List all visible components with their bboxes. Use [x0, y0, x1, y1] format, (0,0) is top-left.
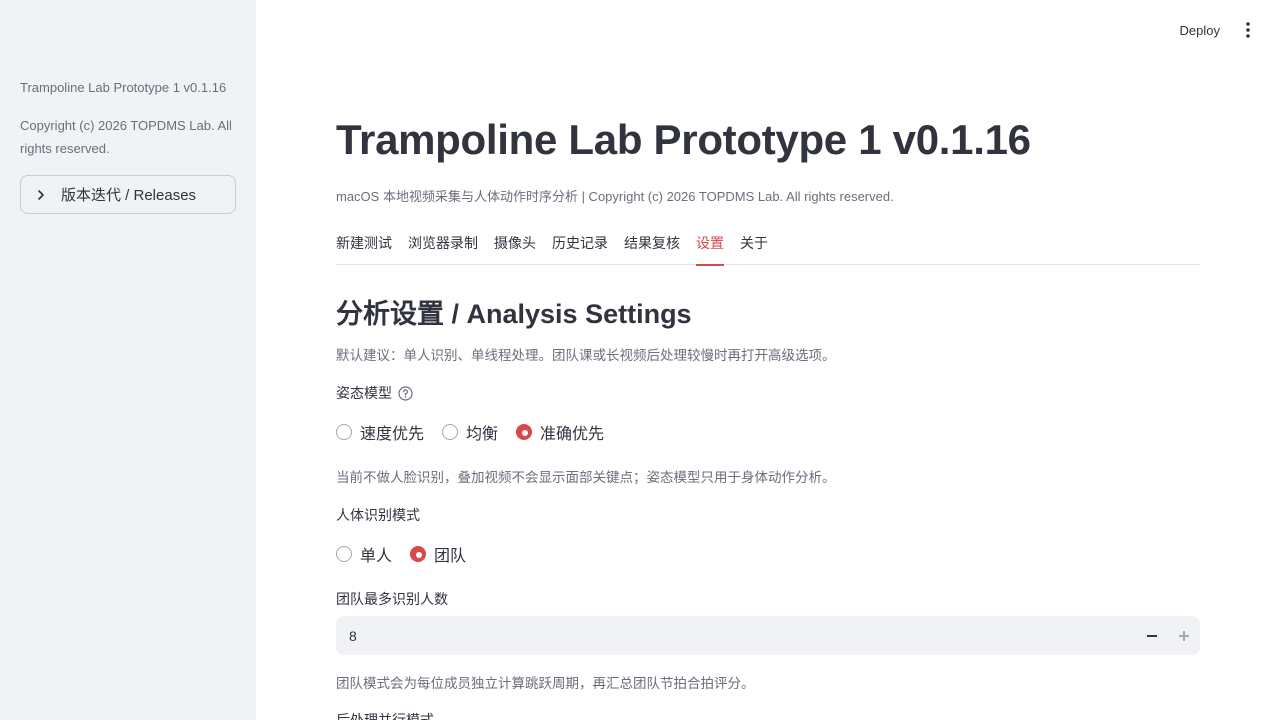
sidebar-copyright: Copyright (c) 2026 TOPDMS Lab. All right…	[20, 118, 232, 156]
radio-circle	[410, 546, 427, 562]
pose-model-label-text: 姿态模型	[336, 385, 392, 401]
tab-browser-recording[interactable]: 浏览器录制	[408, 232, 478, 265]
pose-model-caption: 当前不做人脸识别，叠加视频不会显示面部关键点；姿态模型只用于身体动作分析。	[336, 470, 836, 485]
radio-label: 团队	[434, 548, 467, 565]
app-header: Deploy	[1180, 18, 1260, 42]
max-people-value[interactable]: 8	[336, 628, 1136, 644]
decrement-button[interactable]	[1136, 616, 1168, 655]
tab-camera[interactable]: 摄像头	[494, 232, 536, 265]
max-people-input[interactable]: 8	[336, 616, 1200, 655]
tab-new-test[interactable]: 新建测试	[336, 232, 392, 265]
more-menu-icon[interactable]	[1236, 18, 1260, 42]
page-subtitle: macOS 本地视频采集与人体动作时序分析 | Copyright (c) 20…	[336, 189, 894, 204]
radio-label: 单人	[360, 548, 393, 565]
tab-bar: 新建测试 浏览器录制 摄像头 历史记录 结果复核 设置 关于	[336, 232, 1200, 266]
increment-button[interactable]	[1168, 616, 1200, 655]
radio-single[interactable]: 单人	[336, 542, 392, 566]
radio-accuracy[interactable]: 准确优先	[516, 420, 604, 444]
chevron-right-icon	[21, 189, 61, 201]
help-icon[interactable]	[398, 385, 413, 401]
tab-history[interactable]: 历史记录	[552, 232, 608, 265]
detection-mode-radio-group: 单人 团队	[336, 542, 484, 566]
section-title: 分析设置 / Analysis Settings	[336, 299, 692, 329]
radio-balanced[interactable]: 均衡	[442, 420, 498, 444]
parallel-mode-label: 后处理并行模式	[336, 712, 434, 720]
default-caption: 默认建议：单人识别、单线程处理。团队课或长视频后处理较慢时再打开高级选项。	[336, 348, 836, 363]
radio-circle	[442, 424, 459, 440]
radio-team[interactable]: 团队	[410, 542, 466, 566]
radio-circle	[336, 424, 352, 440]
detection-mode-label: 人体识别模式	[336, 507, 420, 523]
releases-expander-label: 版本迭代 / Releases	[61, 187, 197, 204]
tab-settings[interactable]: 设置	[696, 232, 724, 266]
tab-review[interactable]: 结果复核	[624, 232, 680, 265]
radio-circle	[336, 546, 352, 562]
releases-expander[interactable]: 版本迭代 / Releases	[20, 175, 236, 214]
page-title: Trampoline Lab Prototype 1 v0.1.16	[336, 116, 1031, 163]
max-people-label: 团队最多识别人数	[336, 591, 448, 607]
radio-speed[interactable]: 速度优先	[336, 420, 424, 444]
radio-label: 均衡	[466, 426, 499, 443]
deploy-button[interactable]: Deploy	[1180, 23, 1220, 38]
max-people-caption: 团队模式会为每位成员独立计算跳跃周期，再汇总团队节拍合拍评分。	[336, 676, 755, 691]
sidebar-caption: Trampoline Lab Prototype 1 v0.1.16	[20, 80, 227, 95]
radio-label: 准确优先	[540, 426, 605, 443]
tab-about[interactable]: 关于	[740, 232, 768, 265]
pose-model-radio-group: 速度优先 均衡 准确优先	[336, 420, 622, 444]
sidebar: Trampoline Lab Prototype 1 v0.1.16 Copyr…	[0, 0, 256, 720]
radio-circle	[516, 424, 533, 440]
radio-label: 速度优先	[360, 426, 425, 443]
pose-model-label: 姿态模型	[336, 383, 413, 403]
